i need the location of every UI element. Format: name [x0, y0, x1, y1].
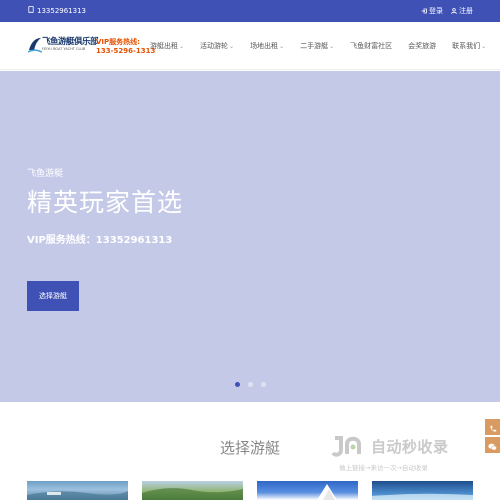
top-bar: 13352961313 登录 注册 — [0, 0, 500, 22]
chevron-down-icon: ⌄ — [481, 42, 487, 50]
user-icon — [451, 8, 457, 14]
nav-item-venue-rental[interactable]: 场地出租 ⌄ — [250, 41, 284, 51]
nav-item-label: 活动游轮 — [200, 42, 229, 50]
register-link[interactable]: 注册 — [451, 6, 473, 16]
hero-vip-hotline: VIP服务热线：13352961313 — [27, 235, 173, 246]
slider-dot-3[interactable] — [261, 382, 266, 387]
nav-item-label: 联系我们 — [452, 42, 481, 50]
watermark-subtitle: 做上链接→来访一次→自动收录 — [339, 464, 428, 472]
site-logo[interactable]: 飞鱼游艇俱乐部 FEIYU BOAT YACHT CLUB — [28, 33, 99, 59]
side-phone-button[interactable] — [485, 419, 500, 435]
account-links: 登录 注册 — [421, 6, 473, 16]
top-phone-number: 13352961313 — [37, 6, 86, 15]
yacht-thumbnail[interactable] — [27, 481, 128, 500]
slider-dot-2[interactable] — [248, 382, 253, 387]
phone-side-icon — [489, 418, 497, 437]
section-title: 选择游艇 — [219, 439, 280, 457]
hero-headline: 精英玩家首选 — [27, 188, 184, 217]
main-nav: 游艇出租 ⌄ 活动游轮 ⌄ 场地出租 ⌄ 二手游艇 ⌄ 飞鱼财富社区 会奖旅游 … — [150, 41, 500, 51]
choose-yacht-button[interactable]: 选择游艇 — [27, 281, 79, 311]
yacht-thumbnail[interactable] — [142, 481, 243, 500]
login-link[interactable]: 登录 — [421, 6, 443, 16]
logo-sub-text: FEIYU BOAT YACHT CLUB — [42, 47, 86, 51]
chevron-down-icon: ⌄ — [179, 42, 185, 50]
hotline-label: VIP服务热线: — [96, 38, 140, 46]
phone-icon — [28, 5, 34, 15]
nav-item-wealth-community[interactable]: 飞鱼财富社区 — [350, 41, 392, 51]
yacht-thumbnail[interactable] — [257, 481, 358, 500]
slider-dot-1[interactable] — [235, 382, 240, 387]
logo-mark-icon — [28, 38, 42, 53]
chevron-down-icon: ⌄ — [229, 42, 235, 50]
register-label: 注册 — [459, 7, 473, 15]
nav-item-label: 会奖旅游 — [408, 42, 437, 50]
nav-item-used-yachts[interactable]: 二手游艇 ⌄ — [300, 41, 334, 51]
nav-item-label: 游艇出租 — [150, 42, 178, 50]
side-tools — [485, 419, 500, 453]
hero-banner: 飞鱼游艇 精英玩家首选 VIP服务热线：13352961313 选择游艇 — [0, 71, 500, 402]
login-icon — [421, 8, 427, 14]
nav-item-label: 二手游艇 — [300, 42, 329, 50]
side-wechat-button[interactable] — [485, 437, 500, 453]
nav-item-label: 场地出租 — [250, 42, 279, 50]
logo-brand-text: 飞鱼游艇俱乐部 — [42, 37, 99, 47]
login-label: 登录 — [429, 7, 443, 15]
wechat-icon — [488, 436, 497, 455]
yacht-thumbnail[interactable] — [372, 481, 473, 500]
hero-eyebrow: 飞鱼游艇 — [27, 169, 64, 179]
nav-item-contact[interactable]: 联系我们 ⌄ — [452, 41, 486, 51]
hotline-number: 133-5296-1313 — [96, 47, 156, 55]
nav-item-event-cruise[interactable]: 活动游轮 ⌄ — [200, 41, 234, 51]
yacht-thumbnails — [27, 481, 487, 500]
nav-item-mice-travel[interactable]: 会奖旅游 — [408, 41, 436, 51]
nav-item-label: 飞鱼财富社区 — [350, 42, 393, 50]
slider-pagination — [235, 382, 266, 387]
header-hotline: VIP服务热线: 133-5296-1313 — [96, 38, 155, 56]
top-phone: 13352961313 — [28, 5, 86, 15]
nav-item-yacht-rental[interactable]: 游艇出租 ⌄ — [150, 41, 184, 51]
chevron-down-icon: ⌄ — [329, 42, 335, 50]
chevron-down-icon: ⌄ — [279, 42, 285, 50]
